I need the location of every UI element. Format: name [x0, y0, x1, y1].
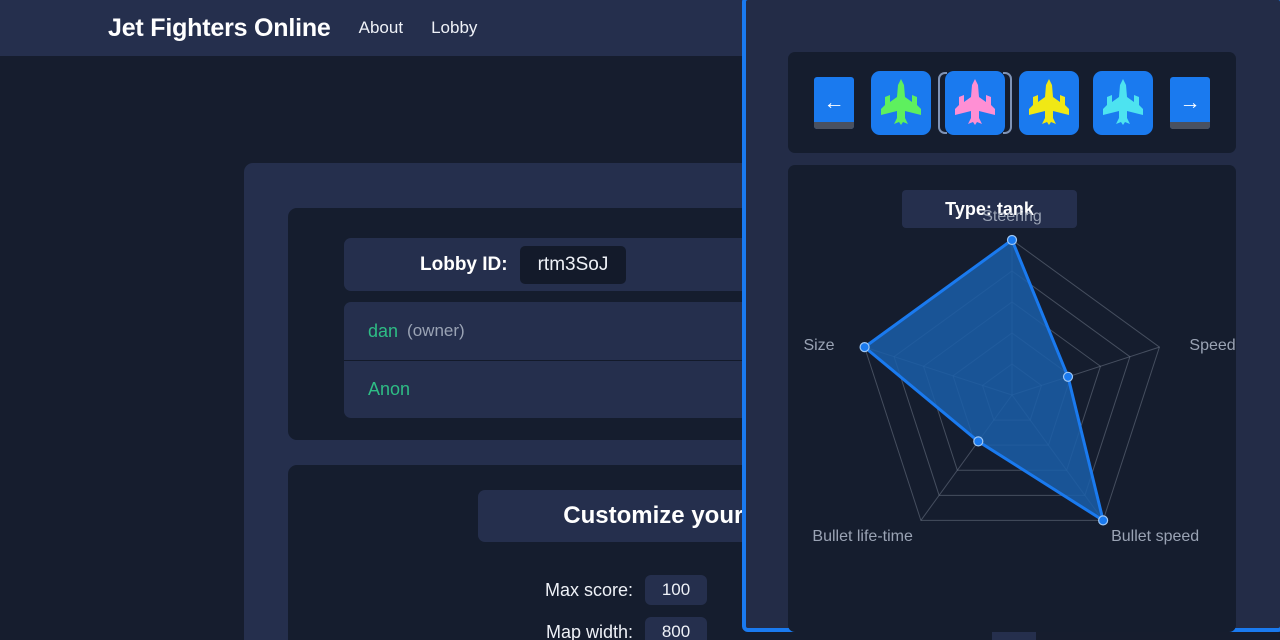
- right-arrow-icon: →: [1179, 90, 1201, 114]
- radar-svg: [859, 234, 1161, 526]
- setting-input[interactable]: [645, 617, 707, 640]
- plane-option-plane-yellow[interactable]: [1012, 70, 1086, 136]
- nav-link-about[interactable]: About: [359, 18, 403, 38]
- stats-radar-chart: Steering Speed Bullet speed Bullet life-tim…: [788, 208, 1236, 630]
- brand-title: Jet Fighters Online: [108, 13, 331, 42]
- plane-option-plane-green[interactable]: [864, 70, 938, 136]
- lobby-id-label: Lobby ID:: [420, 253, 508, 275]
- radar-data-point: [1098, 515, 1109, 526]
- radar-data-point: [1062, 371, 1074, 382]
- radar-axis-label: Speed: [1189, 337, 1236, 355]
- radar-axis-label: Bullet life-time: [812, 528, 913, 546]
- plane-cyan-icon[interactable]: [1093, 70, 1153, 135]
- radar-data-point: [973, 436, 984, 447]
- prev-plane-button[interactable]: ←: [814, 76, 854, 129]
- setting-input[interactable]: [645, 575, 707, 605]
- radar-axis-label: Bullet speed: [1111, 528, 1200, 546]
- setting-label: Max score:: [544, 579, 633, 600]
- plane-pink-icon[interactable]: [945, 70, 1005, 135]
- plane-yellow-icon[interactable]: [1019, 70, 1079, 135]
- plane-selector-bar: ← →: [788, 52, 1236, 153]
- app-root: Jet Fighters Online About Lobby Lobby ID: …: [0, 0, 1280, 640]
- next-plane-button[interactable]: →: [1170, 76, 1210, 129]
- plane-stats-card: Type: tank Steering Speed Bullet speed Bull…: [788, 165, 1236, 632]
- player-name: dan: [368, 320, 399, 341]
- plane-green-icon[interactable]: [871, 70, 931, 135]
- plane-option-plane-pink[interactable]: [938, 70, 1012, 136]
- left-arrow-icon: ←: [823, 90, 845, 114]
- radar-axis-label: Steering: [982, 208, 1042, 225]
- plane-options: [864, 70, 1160, 136]
- radar-data-point: [859, 342, 870, 353]
- player-owner-tag: (owner): [407, 321, 465, 340]
- lobby-id-value[interactable]: rtm3SoJ: [519, 245, 627, 284]
- radar-data-point: [1006, 234, 1018, 246]
- nav-links: About Lobby: [331, 18, 478, 38]
- plane-customization-overlay: ← → Type: tank Steering Speed Bullet speed…: [742, 0, 1280, 632]
- setting-label: Map width:: [545, 621, 633, 640]
- plane-option-plane-cyan[interactable]: [1086, 70, 1160, 136]
- radar-axis-label: Size: [803, 337, 835, 355]
- player-name: Anon: [368, 379, 411, 399]
- nav-link-lobby[interactable]: Lobby: [431, 18, 477, 38]
